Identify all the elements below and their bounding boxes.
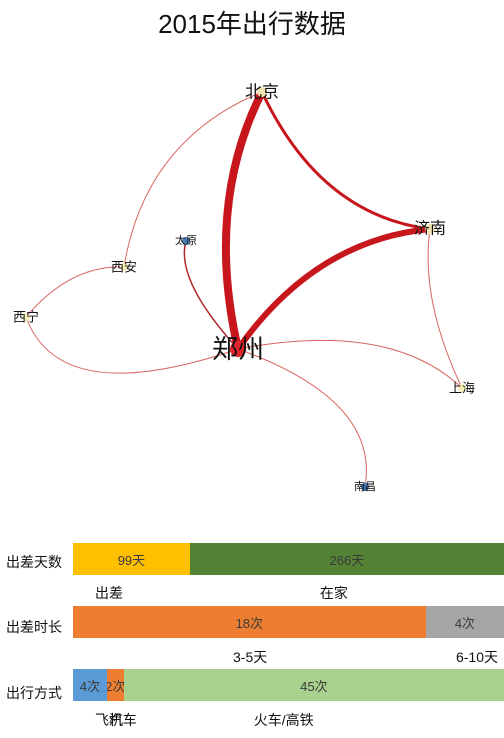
edge-zhengzhou-beijing [221, 88, 266, 353]
node-label-beijing: 北京 [245, 83, 279, 102]
category-label-2-2: 火车/高铁 [253, 712, 314, 728]
bar-label-trip-duration: 出差时长 [6, 619, 62, 635]
network-edges [25, 88, 463, 488]
category-label-1-1: 6-10天 [455, 649, 498, 665]
edge-zhengzhou-shanghai [237, 339, 463, 389]
edge-xian-xining [25, 266, 125, 318]
edge-zhengzhou-jinan [235, 226, 433, 352]
trip-duration-bar: 18次 4次 [73, 606, 504, 638]
travel-network-graph: 北京济南太原西安西宁郑州上海南昌 [13, 83, 475, 494]
edge-jinan-shanghai [427, 228, 463, 389]
node-label-jinan: 济南 [414, 220, 446, 238]
node-label-shanghai: 上海 [449, 381, 475, 396]
bar-label-transport-mode: 出行方式 [6, 685, 62, 701]
edge-beijing-jinan [260, 90, 432, 231]
bar-segment-0-0: 99天 [73, 543, 190, 575]
page-title: 2015年出行数据 [158, 9, 346, 39]
bar-segment-1-1: 4次 [425, 606, 504, 638]
node-label-taiyuan: 太原 [175, 234, 197, 247]
bar-segment-1-0: 18次 [73, 606, 426, 638]
bar-segment-0-1: 266天 [189, 543, 504, 575]
bar-segment-2-2: 45次 [123, 669, 504, 701]
node-label-xian: 西安 [111, 260, 137, 275]
edge-xining-zhengzhou [25, 316, 239, 374]
category-label-0-0: 出差 [95, 585, 123, 601]
bar-label-trip-days: 出差天数 [6, 554, 62, 570]
edge-zhengzhou-nanchang [237, 348, 367, 488]
bar-segment-2-0: 4次 [73, 669, 107, 701]
node-label-xining: 西宁 [13, 310, 39, 325]
category-label-1-0: 3-5天 [233, 649, 268, 665]
bar-segment-2-1: 2次 [106, 669, 124, 701]
transport-mode-bar: 4次 2次 45次 [73, 669, 504, 701]
node-label-zhengzhou: 郑州 [212, 334, 264, 364]
category-label-0-1: 在家 [319, 585, 348, 601]
node-label-nanchang: 南昌 [354, 480, 376, 493]
trip-days-bar: 99天 266天 [73, 543, 504, 575]
category-label-2-1: 汽车 [108, 712, 137, 728]
